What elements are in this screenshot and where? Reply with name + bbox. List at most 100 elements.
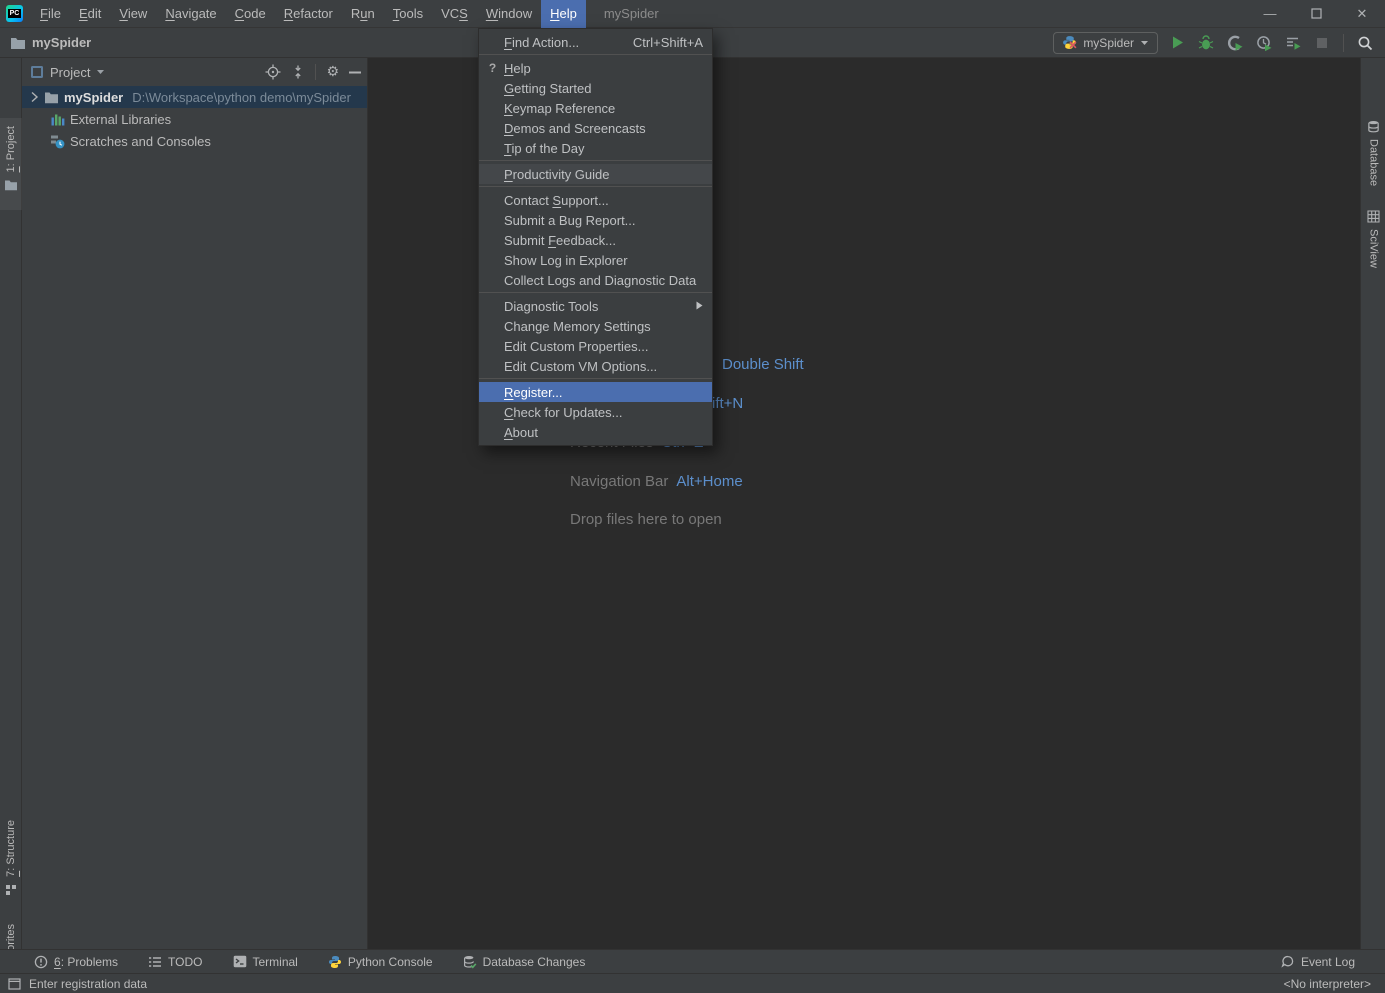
menu-view[interactable]: View — [110, 0, 156, 28]
sidebar-tab-project[interactable]: 1: Project — [0, 118, 22, 210]
menu-separator — [479, 160, 712, 161]
sidebar-tab-sciview[interactable]: SciView — [1361, 210, 1385, 268]
python-error-icon — [1062, 35, 1077, 50]
menu-item-label: Collect Logs and Diagnostic Data — [504, 272, 697, 288]
menu-run[interactable]: Run — [342, 0, 384, 28]
hide-panel-icon[interactable] — [349, 71, 361, 74]
menu-refactor[interactable]: Refactor — [275, 0, 342, 28]
tool-window-bar: 6: Problems TODO Terminal Python Console Dat… — [0, 949, 1385, 973]
breadcrumb[interactable]: mySpider — [0, 35, 91, 50]
structure-tab-label: 7: Structure — [5, 820, 17, 877]
menu-item-edit-custom-vm-options[interactable]: Edit Custom VM Options... — [479, 356, 712, 376]
menu-item-label: Demos and Screencasts — [504, 120, 646, 136]
tree-item-scratches-and-consoles[interactable]: Scratches and Consoles — [22, 130, 367, 152]
menu-item-submit-a-bug-report[interactable]: Submit a Bug Report... — [479, 210, 712, 230]
menu-tools[interactable]: Tools — [384, 0, 432, 28]
menu-item-register[interactable]: Register... — [479, 382, 712, 402]
hint-go-to-file: ift+N — [712, 395, 744, 412]
project-panel-title: Project — [50, 64, 91, 80]
status-message-text: Enter registration data — [29, 976, 148, 991]
menu-help[interactable]: Help — [541, 0, 586, 28]
pycharm-logo-icon: PC — [6, 5, 23, 22]
menu-item-label: Change Memory Settings — [504, 318, 651, 334]
tree-item-name: mySpider — [64, 89, 124, 105]
menu-item-about[interactable]: About — [479, 422, 712, 442]
menu-item-contact-support[interactable]: Contact Support... — [479, 190, 712, 210]
tool-window-icon — [30, 65, 44, 79]
todo-icon — [148, 956, 162, 968]
menu-item-check-for-updates[interactable]: Check for Updates... — [479, 402, 712, 422]
help-icon: ? — [488, 61, 497, 75]
chevron-right-icon — [30, 91, 39, 103]
menu-item-productivity-guide[interactable]: Productivity Guide — [479, 164, 712, 184]
database-icon — [1367, 120, 1380, 133]
menu-file[interactable]: File — [31, 0, 70, 28]
profiler-button[interactable] — [1254, 33, 1274, 53]
gear-icon[interactable]: ⚙ — [326, 65, 339, 79]
menu-item-demos-and-screencasts[interactable]: Demos and Screencasts — [479, 118, 712, 138]
left-tool-stripe: 1: Project 7: Structure 2: Favorites — [0, 58, 22, 993]
project-view-select[interactable]: Project — [30, 65, 105, 80]
menu-item-keymap-reference[interactable]: Keymap Reference — [479, 98, 712, 118]
search-everywhere-icon[interactable] — [1355, 33, 1375, 53]
project-tool-window: Project ⚙ mySpider D:\Workspace\python d… — [22, 58, 368, 949]
toolwindow-button-database-changes[interactable]: Database Changes — [463, 955, 585, 969]
project-tree: mySpider D:\Workspace\python demo\mySpide… — [22, 86, 367, 152]
maximize-button[interactable] — [1293, 0, 1339, 28]
project-panel-actions: ⚙ — [265, 64, 361, 80]
close-button[interactable]: ✕ — [1339, 0, 1385, 28]
menu-item-label: Edit Custom Properties... — [504, 338, 649, 354]
run-cluster: mySpider — [1053, 31, 1385, 54]
menu-item-help[interactable]: ? Help — [479, 58, 712, 78]
menu-item-find-action[interactable]: Find Action... Ctrl+Shift+A — [479, 32, 712, 52]
menu-code[interactable]: Code — [226, 0, 275, 28]
menu-item-change-memory-settings[interactable]: Change Memory Settings — [479, 316, 712, 336]
menu-navigate[interactable]: Navigate — [156, 0, 225, 28]
coverage-button[interactable] — [1225, 33, 1245, 53]
menu-item-diagnostic-tools[interactable]: Diagnostic Tools — [479, 296, 712, 316]
right-tool-stripe: Database SciView — [1360, 58, 1385, 949]
menu-item-getting-started[interactable]: Getting Started — [479, 78, 712, 98]
tree-item-name: External Libraries — [70, 111, 172, 127]
menu-item-edit-custom-properties[interactable]: Edit Custom Properties... — [479, 336, 712, 356]
project-panel-header: Project ⚙ — [22, 58, 367, 86]
toolwindow-button-6-problems[interactable]: 6: Problems — [34, 955, 118, 969]
run-with-configuration-button[interactable] — [1283, 33, 1303, 53]
locate-icon[interactable] — [265, 64, 281, 80]
menu-item-collect-logs-and-diagnostic-data[interactable]: Collect Logs and Diagnostic Data — [479, 270, 712, 290]
collapse-all-icon[interactable] — [291, 65, 305, 79]
tree-item-myspider[interactable]: mySpider D:\Workspace\python demo\mySpide… — [22, 86, 367, 108]
menu-item-tip-of-the-day[interactable]: Tip of the Day — [479, 138, 712, 158]
libraries-icon — [50, 112, 65, 127]
menu-edit[interactable]: Edit — [70, 0, 110, 28]
menu-item-submit-feedback[interactable]: Submit Feedback... — [479, 230, 712, 250]
status-message[interactable]: Enter registration data — [8, 977, 147, 991]
interpreter-widget[interactable]: <No interpreter> — [1284, 977, 1371, 991]
menu-item-show-log-in-explorer[interactable]: Show Log in Explorer — [479, 250, 712, 270]
toolwindow-button-todo[interactable]: TODO — [148, 955, 203, 969]
run-button[interactable] — [1167, 33, 1187, 53]
tree-item-name: Scratches and Consoles — [70, 133, 211, 149]
window-icon — [8, 977, 21, 990]
toolwindow-button-label: 6: Problems — [54, 954, 119, 969]
sidebar-tab-structure[interactable]: 7: Structure — [0, 820, 22, 916]
hint-search-everywhere: Double Shift — [722, 356, 804, 373]
event-log-button[interactable]: Event Log — [1281, 955, 1355, 969]
menu-vcs[interactable]: VCS — [432, 0, 477, 28]
debug-button[interactable] — [1196, 33, 1216, 53]
sidebar-tab-database[interactable]: Database — [1361, 120, 1385, 186]
toolwindow-button-python-console[interactable]: Python Console — [328, 955, 433, 969]
submenu-arrow-icon — [696, 301, 703, 312]
tree-item-external-libraries[interactable]: External Libraries — [22, 108, 367, 130]
stop-button[interactable] — [1312, 33, 1332, 53]
run-configuration-select[interactable]: mySpider — [1053, 31, 1158, 54]
chevron-down-icon — [1140, 40, 1149, 46]
hint-navigation-bar: Navigation Bar Alt+Home — [570, 473, 743, 490]
menu-window[interactable]: Window — [477, 0, 541, 28]
sciview-tab-label: SciView — [1367, 229, 1380, 268]
menu-separator — [479, 54, 712, 55]
minimize-button[interactable]: — — [1247, 0, 1293, 28]
header-separator — [315, 64, 317, 80]
folder-icon — [10, 36, 26, 50]
toolwindow-button-terminal[interactable]: Terminal — [233, 955, 298, 969]
